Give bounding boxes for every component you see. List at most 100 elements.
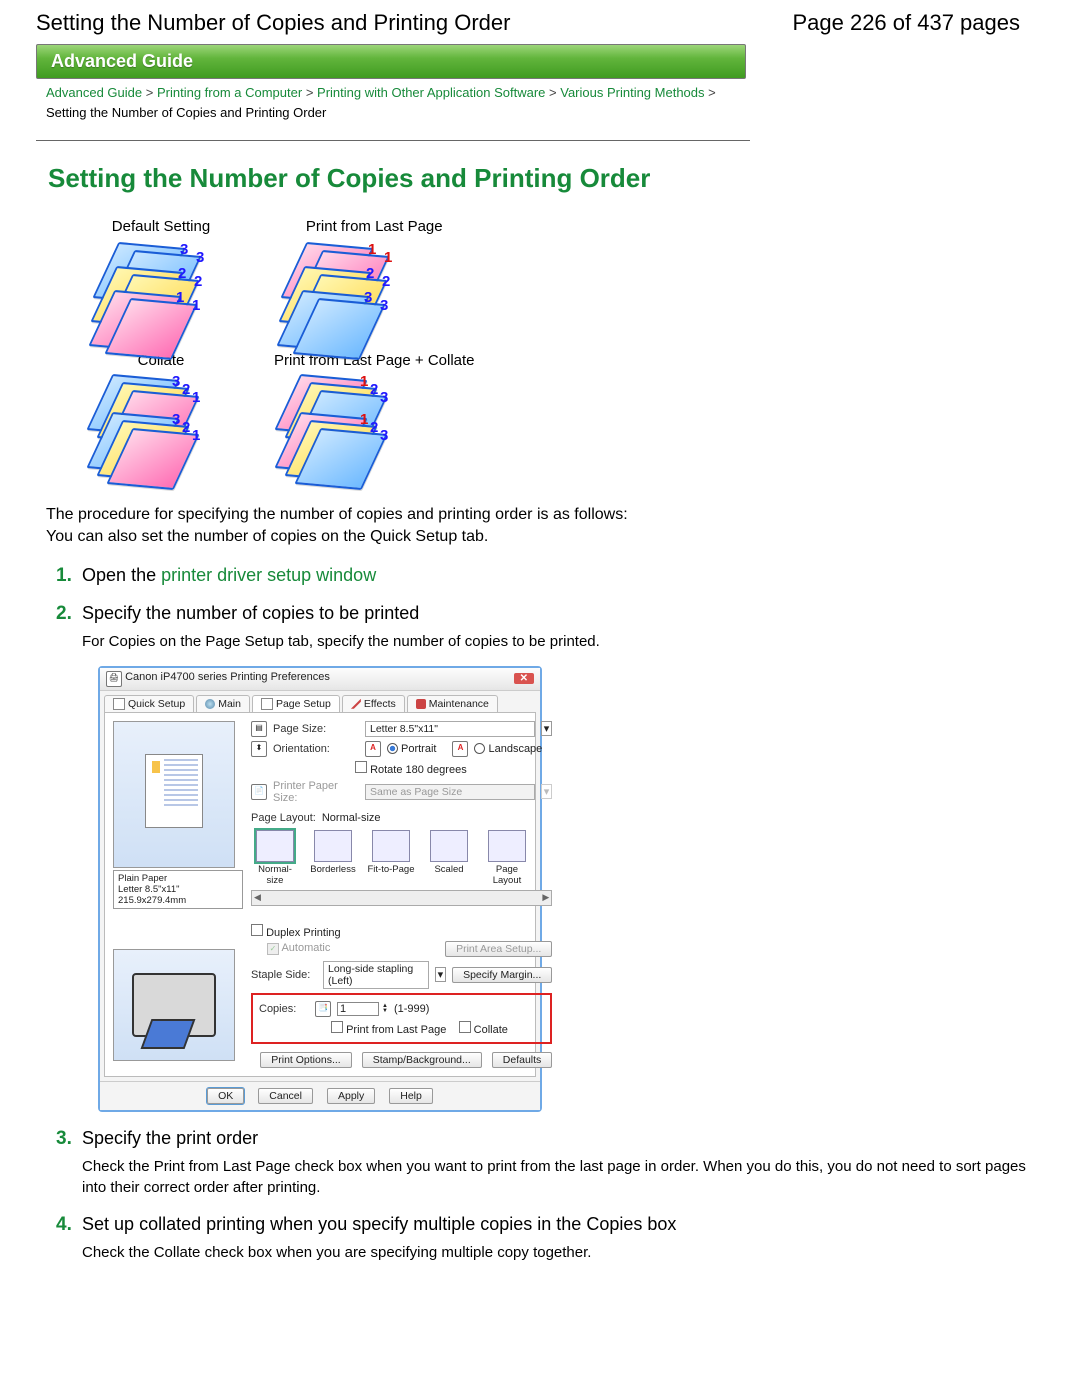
layout-opt-scaled[interactable]: Scaled <box>425 830 473 886</box>
dialog-title: Canon iP4700 series Printing Preferences <box>125 671 330 683</box>
scroll-left-icon[interactable]: ◀ <box>254 892 261 903</box>
rotate-checkbox[interactable]: Rotate 180 degrees <box>355 761 467 776</box>
help-button[interactable]: Help <box>389 1088 433 1104</box>
breadcrumb-sep: > <box>146 85 154 100</box>
thumb-label: Default Setting <box>68 216 254 237</box>
breadcrumb: Advanced Guide > Printing from a Compute… <box>36 79 750 141</box>
tab-effects[interactable]: Effects <box>342 695 405 712</box>
layout-options: Normal-size Borderless Fit-to-Page Scale… <box>251 830 552 886</box>
step-item: 4. Set up collated printing when you spe… <box>56 1214 1044 1263</box>
step-title: Set up collated printing when you specif… <box>82 1214 676 1234</box>
specify-margin-button[interactable]: Specify Margin... <box>452 967 552 983</box>
landscape-icon: A <box>452 741 468 757</box>
step-title: Specify the number of copies to be print… <box>82 603 419 623</box>
tab-page-setup[interactable]: Page Setup <box>252 695 340 712</box>
page-preview <box>113 721 235 868</box>
breadcrumb-link[interactable]: Printing from a Computer <box>157 85 302 100</box>
step-number: 1. <box>56 565 72 586</box>
preview-caption: Plain PaperLetter 8.5"x11" 215.9x279.4mm <box>113 870 243 909</box>
chevron-down-icon[interactable]: ▾ <box>541 721 553 736</box>
scroll-right-icon[interactable]: ▶ <box>542 892 549 903</box>
printer-paper-label: Printer Paper Size: <box>273 780 359 804</box>
apply-button[interactable]: Apply <box>327 1088 375 1104</box>
copies-spinner[interactable]: 1 <box>337 1002 379 1016</box>
page-layout-label: Page Layout: <box>251 812 316 824</box>
steps-list: 1. Open the printer driver setup window … <box>56 565 1044 1263</box>
duplex-checkbox[interactable]: Duplex Printing <box>251 927 341 939</box>
printer-icon: 🖨 <box>106 671 122 687</box>
print-preferences-dialog: 🖨 Canon iP4700 series Printing Preferenc… <box>98 666 542 1112</box>
ok-button[interactable]: OK <box>207 1088 244 1104</box>
step-number: 4. <box>56 1214 72 1235</box>
printer-driver-link[interactable]: printer driver setup window <box>161 565 376 585</box>
page-size-select[interactable]: Letter 8.5"x11" <box>365 721 535 737</box>
copies-label: Copies: <box>259 1003 309 1015</box>
document-header: Setting the Number of Copies and Printin… <box>0 0 1080 44</box>
orientation-label: Orientation: <box>273 743 359 755</box>
layout-opt-fit[interactable]: Fit-to-Page <box>367 830 415 886</box>
thumb-label: Print from Last Page + Collate <box>256 350 493 371</box>
doc-title: Setting the Number of Copies and Printin… <box>36 10 510 36</box>
page-size-label: Page Size: <box>273 723 359 735</box>
step-body: For Copies on the Page Setup tab, specif… <box>82 631 1044 652</box>
copies-icon: 📑 <box>315 1001 331 1017</box>
step-body: Check the Collate check box when you are… <box>82 1242 1044 1263</box>
tab-main[interactable]: Main <box>196 695 250 712</box>
tab-maintenance[interactable]: Maintenance <box>407 695 498 712</box>
printer-paper-select: Same as Page Size <box>365 784 535 800</box>
page-icon <box>113 698 125 710</box>
page-indicator: Page 226 of 437 pages <box>792 10 1020 36</box>
breadcrumb-sep: > <box>549 85 557 100</box>
staple-side-label: Staple Side: <box>251 969 317 981</box>
step-item: 3. Specify the print order Check the Pri… <box>56 1128 1044 1198</box>
print-area-setup-button: Print Area Setup... <box>445 941 552 957</box>
page-setup-icon <box>261 698 273 710</box>
layout-opt-borderless[interactable]: Borderless <box>309 830 357 886</box>
wrench-icon <box>416 699 426 709</box>
breadcrumb-sep: > <box>708 85 716 100</box>
collate-checkbox[interactable]: Collate <box>459 1024 508 1036</box>
print-from-last-checkbox[interactable]: Print from Last Page <box>331 1024 446 1036</box>
layout-opt-pagelayout[interactable]: Page Layout <box>483 830 531 886</box>
automatic-checkbox: ✓ Automatic <box>267 942 330 955</box>
breadcrumb-link[interactable]: Advanced Guide <box>46 85 142 100</box>
step-item: 2. Specify the number of copies to be pr… <box>56 603 1044 1112</box>
step-title: Open the printer driver setup window <box>82 565 376 585</box>
chevron-down-icon[interactable]: ▾ <box>435 967 447 982</box>
step-body: Check the Print from Last Page check box… <box>82 1156 1044 1198</box>
step-title: Specify the print order <box>82 1128 258 1148</box>
thumb-last-collate: 1 2 3 1 2 3 <box>274 375 424 480</box>
intro-line2: You can also set the number of copies on… <box>46 528 488 545</box>
thumb-default: 3 3 2 2 1 1 <box>86 241 236 346</box>
cancel-button[interactable]: Cancel <box>258 1088 313 1104</box>
breadcrumb-current: Setting the Number of Copies and Printin… <box>46 105 326 120</box>
breadcrumb-link[interactable]: Various Printing Methods <box>560 85 704 100</box>
close-icon[interactable]: ✕ <box>514 673 534 684</box>
intro-line1: The procedure for specifying the number … <box>46 506 628 523</box>
intro-paragraph: The procedure for specifying the number … <box>46 504 1044 549</box>
page-layout-value: Normal-size <box>322 812 381 824</box>
example-images-table: Default Setting Print from Last Page 3 3… <box>66 214 495 484</box>
page-size-icon: ▤ <box>251 721 267 737</box>
tray-preview <box>113 949 235 1061</box>
printer-paper-icon: 📄 <box>251 784 267 800</box>
breadcrumb-link[interactable]: Printing with Other Application Software <box>317 85 545 100</box>
stamp-background-button[interactable]: Stamp/Background... <box>362 1052 482 1068</box>
layout-opt-normal[interactable]: Normal-size <box>251 830 299 886</box>
defaults-button[interactable]: Defaults <box>492 1052 553 1068</box>
page-title: Setting the Number of Copies and Printin… <box>48 163 1044 194</box>
tab-quick-setup[interactable]: Quick Setup <box>104 695 194 712</box>
print-options-button[interactable]: Print Options... <box>260 1052 351 1068</box>
dialog-titlebar: 🖨 Canon iP4700 series Printing Preferenc… <box>100 668 540 691</box>
spinner-buttons[interactable]: ▲▼ <box>382 1004 388 1014</box>
staple-side-select[interactable]: Long-side stapling (Left) <box>323 961 429 989</box>
portrait-radio[interactable]: Portrait <box>387 743 436 755</box>
landscape-radio[interactable]: Landscape <box>474 743 542 755</box>
layout-scrollbar[interactable]: ◀▶ <box>251 890 552 906</box>
thumb-last-page: 1 1 2 2 3 3 <box>274 241 424 346</box>
guide-banner: Advanced Guide <box>36 44 746 79</box>
portrait-icon: A <box>365 741 381 757</box>
dialog-tabs: Quick Setup Main Page Setup Effects Main… <box>100 691 540 712</box>
step-item: 1. Open the printer driver setup window <box>56 565 1044 587</box>
copies-range: (1-999) <box>394 1003 429 1015</box>
